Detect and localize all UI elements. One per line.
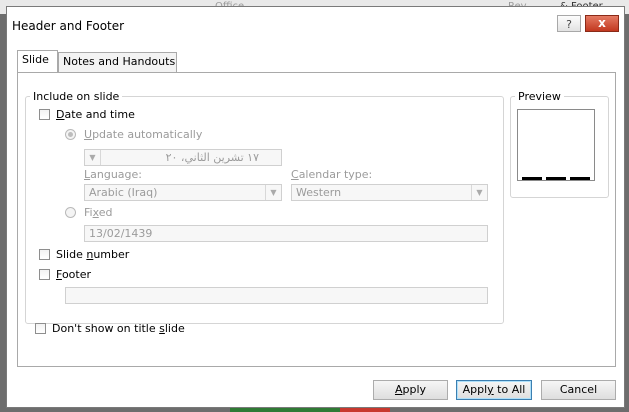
preview-number-placeholder: [570, 177, 590, 180]
fixed-date-input[interactable]: 13/02/1439: [84, 225, 488, 242]
calendar-type-value: Western: [296, 186, 342, 199]
update-automatically-label[interactable]: Update automatically: [84, 128, 202, 141]
help-button[interactable]: ?: [557, 15, 581, 32]
preview-footer-placeholder: [546, 177, 566, 180]
slide-number-checkbox[interactable]: [39, 249, 50, 260]
language-value: Arabic (Iraq): [89, 186, 158, 199]
date-time-checkbox[interactable]: [39, 109, 50, 120]
slide-number-label[interactable]: Slide number: [56, 248, 129, 261]
chevron-down-icon: ▼: [471, 185, 487, 200]
preview-date-placeholder: [522, 177, 542, 180]
slide-preview-thumbnail: [517, 109, 595, 181]
preview-label: Preview: [515, 90, 564, 103]
date-time-label[interactable]: Date and time: [56, 108, 135, 121]
tab-slide[interactable]: Slide: [17, 50, 58, 72]
apply-button[interactable]: Apply: [373, 380, 448, 400]
tab-notes-and-handouts[interactable]: Notes and Handouts: [58, 52, 177, 72]
language-dropdown[interactable]: Arabic (Iraq) ▼: [84, 184, 282, 201]
footer-text-input[interactable]: [65, 287, 488, 304]
header-footer-dialog: Header and Footer ? x Slide Notes and Ha…: [6, 6, 625, 408]
chevron-down-icon: ▼: [265, 185, 281, 200]
close-button[interactable]: x: [585, 15, 619, 32]
fixed-label[interactable]: Fixed: [84, 206, 113, 219]
dont-show-title-slide-label[interactable]: Don't show on title slide: [52, 322, 185, 335]
dialog-title: Header and Footer: [12, 19, 125, 33]
footer-checkbox[interactable]: [39, 269, 50, 280]
cancel-button[interactable]: Cancel: [541, 380, 616, 400]
include-group-label: Include on slide: [30, 90, 123, 103]
title-bar[interactable]: Header and Footer ? x: [7, 7, 624, 37]
chevron-down-icon: ▼: [85, 150, 101, 165]
language-label: Language:: [84, 168, 143, 181]
calendar-type-label: Calendar type:: [291, 168, 373, 181]
date-format-dropdown[interactable]: ١٧ تشرين الثاني، ٢٠ ▼: [84, 149, 282, 166]
fixed-radio[interactable]: [65, 207, 76, 218]
apply-to-all-button[interactable]: Apply to All: [456, 380, 532, 400]
footer-label[interactable]: Footer: [56, 268, 91, 281]
dont-show-title-slide-checkbox[interactable]: [35, 323, 46, 334]
fixed-date-value: 13/02/1439: [89, 227, 153, 240]
date-format-value: ١٧ تشرين الثاني، ٢٠: [165, 151, 259, 164]
update-automatically-radio[interactable]: [65, 129, 76, 140]
calendar-type-dropdown[interactable]: Western ▼: [291, 184, 488, 201]
